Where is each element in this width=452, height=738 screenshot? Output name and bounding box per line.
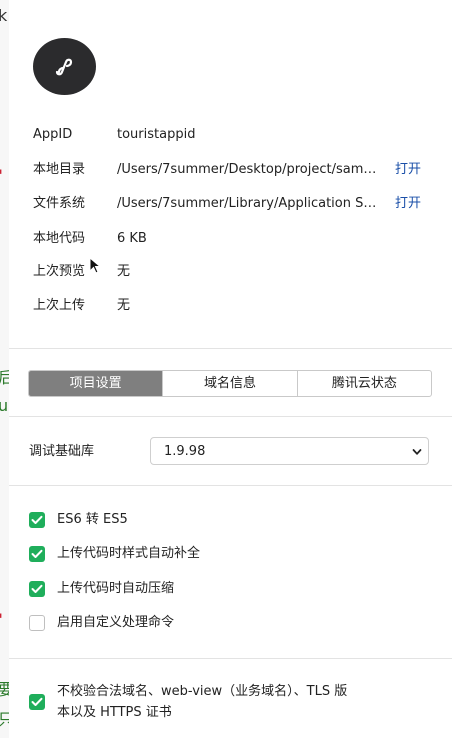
option-style-autocomplete[interactable]: 上传代码时样式自动补全: [29, 544, 429, 564]
local-code-value: 6 KB: [117, 231, 147, 246]
appid-label: AppID: [33, 127, 73, 142]
chevron-down-icon: [412, 449, 422, 455]
divider: [9, 658, 452, 659]
checkbox-checked[interactable]: [29, 512, 45, 528]
option-label-line2: 本以及 HTTPS 证书: [57, 705, 172, 720]
tab-tencent-cloud-status[interactable]: 腾讯云状态: [296, 371, 431, 396]
local-code-row: 本地代码 6 KB: [33, 229, 433, 249]
check-icon: [31, 697, 43, 706]
open-file-system-link[interactable]: 打开: [395, 194, 421, 214]
option-label: ES6 转 ES5: [57, 512, 128, 527]
bg-fragment: u: [0, 396, 8, 415]
mouse-cursor-icon: [89, 257, 102, 274]
option-label: 启用自定义处理命令: [57, 615, 175, 630]
option-auto-minify[interactable]: 上传代码时自动压缩: [29, 579, 429, 599]
local-dir-row: 本地目录 /Users/7summer/Desktop/project/samp…: [33, 160, 433, 180]
option-es6-to-es5[interactable]: ES6 转 ES5: [29, 510, 429, 530]
appid-row: AppID touristappid: [33, 125, 433, 145]
bg-fragment: ': [0, 166, 3, 185]
file-system-label: 文件系统: [33, 196, 86, 211]
option-label-line1: 不校验合法域名、web-view（业务域名）、TLS 版: [57, 684, 348, 699]
open-local-dir-link[interactable]: 打开: [395, 160, 421, 180]
checkbox-checked[interactable]: [29, 694, 45, 710]
bg-fragment: ': [0, 610, 3, 629]
check-icon: [31, 515, 43, 524]
base-library-value: 1.9.98: [164, 444, 206, 459]
local-dir-label: 本地目录: [33, 162, 86, 177]
option-label: 上传代码时样式自动补全: [57, 546, 201, 561]
divider: [9, 485, 452, 486]
option-skip-domain-check[interactable]: 不校验合法域名、web-view（业务域名）、TLS 版 本以及 HTTPS 证…: [29, 682, 439, 722]
checkbox-checked[interactable]: [29, 546, 45, 562]
last-upload-value: 无: [117, 298, 131, 313]
check-icon: [31, 549, 43, 558]
tab-project-settings[interactable]: 项目设置: [29, 371, 163, 396]
last-upload-label: 上次上传: [33, 298, 86, 313]
mini-program-logo: [33, 38, 96, 95]
mini-program-icon: [55, 58, 72, 75]
checkbox-checked[interactable]: [29, 581, 45, 597]
file-system-value: /Users/7summer/Library/Application Su...: [117, 196, 381, 211]
base-library-label: 调试基础库: [29, 444, 95, 459]
divider: [9, 416, 452, 417]
settings-tabs: 项目设置 域名信息 腾讯云状态: [28, 370, 432, 397]
project-details-panel: AppID touristappid 本地目录 /Users/7summer/D…: [9, 0, 452, 738]
checkbox-unchecked[interactable]: [29, 615, 45, 631]
base-library-select[interactable]: 1.9.98: [150, 437, 429, 465]
last-upload-row: 上次上传 无: [33, 296, 433, 316]
local-dir-value: /Users/7summer/Desktop/project/sample: [117, 162, 381, 177]
option-custom-commands[interactable]: 启用自定义处理命令: [29, 613, 429, 633]
divider: [9, 348, 452, 349]
appid-value: touristappid: [117, 127, 196, 142]
check-icon: [31, 584, 43, 593]
local-code-label: 本地代码: [33, 231, 86, 246]
last-preview-value: 无: [117, 264, 131, 279]
tab-domain-info[interactable]: 域名信息: [162, 371, 296, 396]
bg-fragment: k: [0, 6, 7, 25]
option-label: 上传代码时自动压缩: [57, 581, 175, 596]
file-system-row: 文件系统 /Users/7summer/Library/Application …: [33, 194, 433, 214]
